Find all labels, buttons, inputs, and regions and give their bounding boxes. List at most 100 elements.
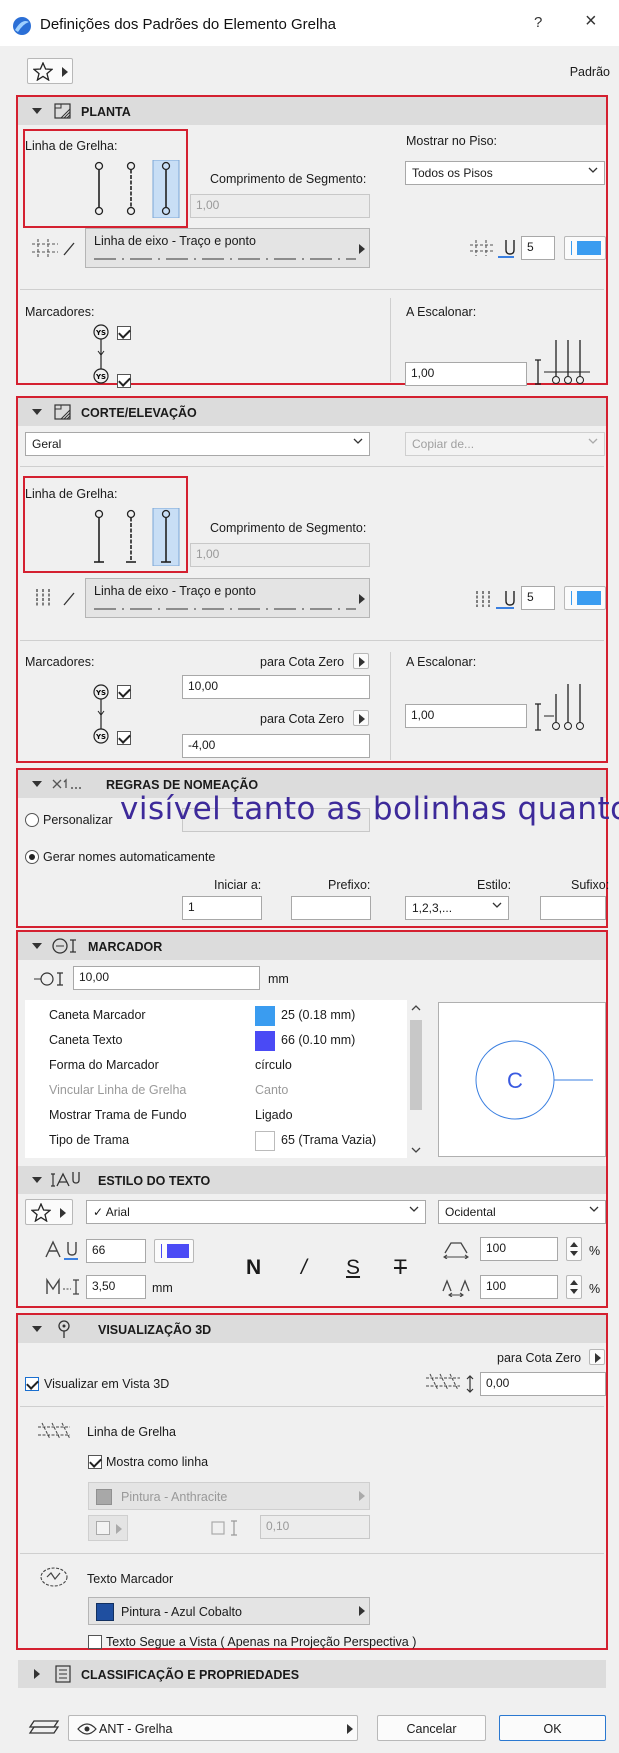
naming-title: REGRAS DE NOMEAÇÃO [106,778,259,792]
marker-properties-list[interactable]: Caneta Marcador 25 (0.18 mm) Caneta Texto 6… [25,1000,425,1158]
close-button[interactable]: × [585,10,597,33]
thickness-input[interactable]: 0,10 [260,1515,370,1539]
zero-ref-input[interactable]: 10,00 [182,675,370,699]
show-as-line-checkbox[interactable] [88,1455,102,1469]
marker-end-checkbox[interactable] [117,731,131,745]
marker-start-checkbox[interactable] [117,685,131,699]
underline-button[interactable]: S [346,1256,360,1280]
zero-ref-button[interactable] [353,710,369,726]
font-select[interactable]: ✓ Arial [86,1200,426,1224]
marker-surface-selector[interactable]: Pintura - Azul Cobalto [88,1597,370,1625]
segment-length-input[interactable]: 1,00 [190,194,370,218]
planta-header[interactable]: PLANTA [18,97,606,125]
zero-ref-button[interactable] [589,1349,605,1365]
favorites-button[interactable] [27,58,73,84]
width-factor-input[interactable]: 100 [480,1237,558,1261]
auto-name-radio[interactable] [25,850,39,864]
start-input[interactable]: 1 [182,896,262,920]
chevron-down-icon [588,167,598,173]
copy-from-select[interactable]: Copiar de... [405,432,605,456]
elevation-input[interactable]: 0,00 [480,1372,606,1396]
scale-input[interactable]: 1,00 [405,704,527,728]
scale-input[interactable]: 1,00 [405,362,527,386]
text-size-unit: mm [152,1281,173,1295]
layer-selector[interactable]: ANT - Grelha [68,1715,358,1741]
text-size-icon [46,1277,79,1295]
line-type-selector[interactable]: Linha de eixo - Traço e ponto [85,228,370,268]
zero-ref-label: para Cota Zero [497,1351,582,1365]
strikethrough-button[interactable]: T [394,1256,407,1280]
grid-line-options[interactable] [90,160,180,218]
style-select[interactable]: 1,2,3,... [405,896,509,920]
section-mode-select[interactable]: Geral [25,432,370,456]
property-row[interactable]: Mostrar Trama de Fundo Ligado [25,1106,405,1126]
pen-divider [161,1244,162,1258]
scroll-up-icon[interactable] [411,1004,421,1012]
script-select[interactable]: Ocidental [438,1200,606,1224]
spacing-input[interactable]: 100 [480,1275,558,1299]
script-value: Ocidental [445,1205,496,1219]
show-3d-checkbox[interactable] [25,1377,39,1391]
window-title: Definições dos Padrões do Elemento Grelh… [40,16,337,33]
ok-button[interactable]: OK [499,1715,606,1741]
pen-color-button[interactable] [564,586,606,610]
text-style-header[interactable]: ESTILO DO TEXTO [18,1166,606,1194]
text-pen-icon [45,1240,78,1260]
chevron-down-icon [589,1206,599,1212]
grid-line-label: Linha de Grelha: [25,487,118,501]
text-favorites-button[interactable] [25,1199,73,1225]
pen-number-input[interactable]: 5 [521,586,555,610]
property-row[interactable]: Forma do Marcador círculo [25,1056,405,1076]
property-name: Caneta Texto [49,1033,123,1047]
surface-selector[interactable]: Pintura - Anthracite [88,1482,370,1510]
collapse-icon [32,1326,42,1332]
cancel-button[interactable]: Cancelar [377,1715,486,1741]
pen-number-input[interactable]: 5 [521,236,555,260]
property-value: Ligado [255,1108,293,1122]
pen-color-button[interactable] [564,236,606,260]
prefix-input[interactable] [291,896,371,920]
scroll-down-icon[interactable] [411,1146,421,1154]
text-pen-input[interactable]: 66 [86,1239,146,1263]
marker-size-input[interactable]: 10,00 [73,966,260,990]
property-row[interactable]: Vincular Linha de Grelha Canto [25,1081,405,1101]
scrollbar-thumb[interactable] [410,1020,422,1110]
zero-ref-input[interactable]: -4,00 [182,734,370,758]
vis3d-header[interactable]: VISUALIZAÇÃO 3D [18,1315,606,1343]
classification-header[interactable]: CLASSIFICAÇÃO E PROPRIEDADES [18,1660,606,1688]
property-row[interactable]: Tipo de Trama 65 (Trama Vazia) [25,1131,405,1151]
property-row[interactable]: Caneta Texto 66 (0.10 mm) [25,1031,405,1051]
line-type-arrow-icon [359,594,365,604]
line-pen-button[interactable] [88,1515,128,1541]
width-factor-stepper[interactable] [566,1237,582,1261]
scrollbar[interactable] [407,1000,425,1158]
bold-button[interactable]: N [246,1256,261,1280]
spacing-stepper[interactable] [566,1275,582,1299]
text-size-input[interactable]: 3,50 [86,1275,146,1299]
show-on-floor-select[interactable]: Todos os Pisos [405,161,605,185]
line-type-label: Linha de eixo - Traço e ponto [94,234,256,248]
naming-icon [52,778,81,789]
italic-button[interactable]: / [301,1256,307,1280]
segment-length-input[interactable]: 1,00 [190,543,370,567]
property-row[interactable]: Caneta Marcador 25 (0.18 mm) [25,1006,405,1026]
floor-plan-icon [54,103,71,119]
marker-end-checkbox[interactable] [117,374,131,388]
text-pen-color-button[interactable] [154,1239,194,1263]
help-button[interactable]: ? [534,14,542,31]
planta-title: PLANTA [81,105,131,119]
property-value: Canto [255,1083,289,1097]
marker-start-checkbox[interactable] [117,326,131,340]
property-value: 25 (0.18 mm) [281,1008,356,1022]
expand-icon [34,1669,40,1679]
grid-line-options[interactable] [90,508,180,566]
line-type-selector[interactable]: Linha de eixo - Traço e ponto [85,578,370,618]
marker-header[interactable]: MARCADOR [18,932,606,960]
corte-header[interactable]: CORTE/ELEVAÇÃO [18,398,606,426]
suffix-input[interactable] [540,896,606,920]
follow-view-checkbox[interactable] [88,1635,102,1649]
marker-surface-swatch [96,1603,114,1621]
overlay-annotation-text: visível tanto as bolinhas quanto [120,791,619,827]
custom-name-radio[interactable] [25,813,39,827]
zero-ref-button[interactable] [353,653,369,669]
